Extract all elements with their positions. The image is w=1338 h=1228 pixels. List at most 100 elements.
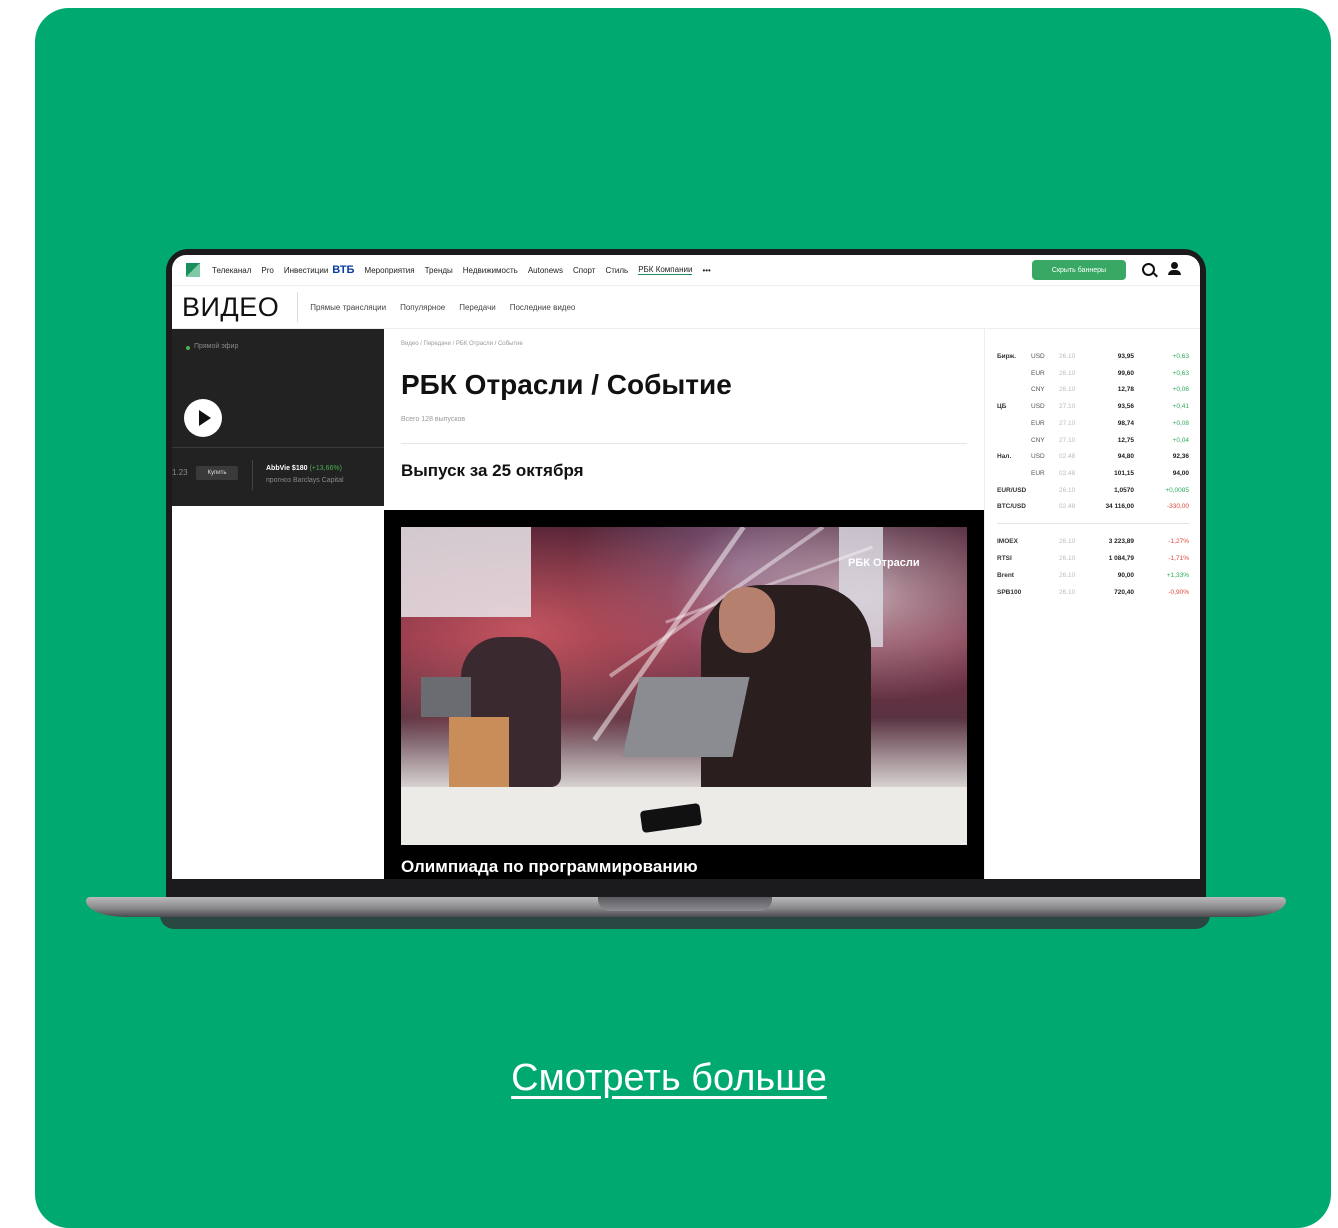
issue-title[interactable]: Выпуск за 25 октября — [401, 461, 584, 481]
index-name: RTSI — [997, 555, 1012, 562]
quote-currency: EUR — [1031, 469, 1045, 477]
index-row[interactable]: SPB100 26.10 720,40 -0,90% — [997, 585, 1189, 601]
quote-group: Нал. — [997, 453, 1012, 461]
divider — [297, 292, 299, 322]
subnav-live[interactable]: Прямые трансляции — [310, 303, 386, 312]
index-name: Brent — [997, 572, 1014, 579]
video-scene-head — [719, 587, 775, 653]
video-scene-board — [401, 527, 531, 617]
cta: Смотреть больше — [0, 1057, 1338, 1100]
subnav-latest[interactable]: Последние видео — [510, 303, 576, 312]
vtb-logo[interactable]: ВТБ — [332, 264, 354, 276]
index-date: 26.10 — [1059, 555, 1076, 562]
video-thumbnail[interactable]: РБК Отрасли — [401, 527, 967, 845]
index-name: IMOEX — [997, 538, 1018, 545]
live-indicator-icon — [186, 346, 190, 350]
breadcrumb[interactable]: Видео / Передачи / РБК Отрасли / Событие — [401, 341, 523, 347]
quote-row[interactable]: EUR 27.10 98,74 +0,08 — [997, 416, 1189, 432]
video-caption[interactable]: Олимпиада по программированию — [401, 857, 698, 877]
quote-date: 26.10 — [1059, 386, 1076, 394]
quote-value: 99,60 — [1117, 369, 1134, 377]
laptop-notch — [598, 897, 772, 911]
subnav-shows[interactable]: Передачи — [459, 303, 496, 312]
index-row[interactable]: RTSI 26.10 1 084,79 -1,71% — [997, 551, 1189, 567]
nav-rbc-companies[interactable]: РБК Компании — [638, 265, 693, 275]
laptop-bezel-bottom — [172, 879, 1200, 897]
quote-row[interactable]: BTC/USD 02.48 34 116,00 -330,00 — [997, 499, 1189, 515]
quote-value: 94,80 — [1117, 453, 1134, 461]
play-icon[interactable] — [184, 399, 222, 437]
quote-date: 02.48 — [1059, 453, 1076, 461]
subnav-popular[interactable]: Популярное — [400, 303, 445, 312]
index-date: 26.10 — [1059, 572, 1076, 579]
quote-row[interactable]: Бирж. USD 26.10 93,95 +0,63 — [997, 349, 1189, 365]
index-row[interactable]: Brent 26.10 90,00 +1,33% — [997, 568, 1189, 584]
quote-row[interactable]: CNY 27.10 12,75 +0,04 — [997, 433, 1189, 449]
nav-investments[interactable]: Инвестиции — [284, 266, 328, 275]
quote-currency: CNY — [1031, 386, 1045, 394]
quote-date: 02.48 — [1059, 503, 1076, 511]
quote-change: +0,06 — [1172, 386, 1189, 394]
nav-realty[interactable]: Недвижимость — [463, 266, 518, 275]
laptop-screen: Телеканал Pro Инвестиции ВТБ Мероприятия… — [172, 255, 1200, 879]
index-date: 26.10 — [1059, 538, 1076, 545]
nav-trends[interactable]: Тренды — [425, 266, 453, 275]
quote-value: 98,74 — [1117, 419, 1134, 427]
quote-row[interactable]: CNY 26.10 12,78 +0,06 — [997, 382, 1189, 398]
nav-tv[interactable]: Телеканал — [212, 266, 251, 275]
divider — [401, 443, 967, 444]
quote-date: 26.10 — [1059, 369, 1076, 377]
live-player-panel: Прямой эфир 1.23 Купить AbbVie $180 (+13… — [172, 329, 384, 506]
promo-subtitle: прогноз Barclays Capital — [266, 477, 344, 484]
quote-date: 02.48 — [1059, 469, 1076, 477]
nav-pro[interactable]: Pro — [261, 266, 273, 275]
user-icon[interactable] — [1168, 262, 1182, 278]
quote-date: 27.10 — [1059, 403, 1076, 411]
nav-autonews[interactable]: Autonews — [528, 266, 563, 275]
quote-change: +0,41 — [1172, 403, 1189, 411]
quote-currency: USD — [1031, 453, 1045, 461]
quote-change: 92,36 — [1172, 453, 1189, 461]
quote-value: 93,56 — [1117, 403, 1134, 411]
video-scene-laptop — [421, 677, 471, 717]
quotes-panel: Бирж. USD 26.10 93,95 +0,63 EUR 26.10 99,60 +0,6… — [984, 329, 1200, 879]
video-player[interactable]: РБК Отрасли Олимпиада по программировани… — [384, 510, 984, 879]
search-icon[interactable] — [1142, 263, 1155, 276]
nav-style[interactable]: Стиль — [605, 266, 628, 275]
laptop-base-shadow — [160, 915, 1210, 929]
buy-button[interactable]: Купить — [196, 466, 238, 480]
nav-sport[interactable]: Спорт — [573, 266, 596, 275]
quote-change: +0,63 — [1172, 369, 1189, 377]
index-date: 26.10 — [1059, 589, 1076, 596]
episodes-count: Всего 128 выпусков — [401, 416, 466, 423]
index-change: +1,33% — [1166, 572, 1189, 579]
section-title[interactable]: ВИДЕО — [182, 292, 279, 323]
quote-row[interactable]: ЦБ USD 27.10 93,56 +0,41 — [997, 399, 1189, 415]
divider — [252, 460, 253, 490]
quote-date: 26.10 — [1059, 353, 1076, 360]
video-watermark: РБК Отрасли — [848, 557, 920, 569]
quote-change: +0,08 — [1172, 419, 1189, 427]
see-more-link[interactable]: Смотреть больше — [511, 1057, 827, 1099]
nav-more-icon[interactable]: ••• — [702, 266, 710, 275]
index-value: 720,40 — [1114, 589, 1134, 596]
quote-change: +0,0085 — [1165, 486, 1189, 494]
nav-events[interactable]: Мероприятия — [364, 266, 414, 275]
quote-date: 26.10 — [1059, 486, 1076, 494]
page-title: РБК Отрасли / Событие — [401, 369, 732, 400]
quote-currency: CNY — [1031, 436, 1045, 444]
quote-row[interactable]: EUR/USD 26.10 1,0570 +0,0085 — [997, 483, 1189, 499]
rbc-logo-icon[interactable] — [186, 263, 200, 277]
quote-value: 101,15 — [1114, 469, 1134, 477]
quote-change: 94,00 — [1172, 469, 1189, 477]
divider — [172, 447, 384, 448]
quote-currency: USD — [1031, 353, 1045, 360]
quote-row[interactable]: Нал. USD 02.48 94,80 92,36 — [997, 449, 1189, 465]
close-banners-button[interactable]: Скрыть баннеры — [1032, 260, 1126, 280]
index-value: 90,00 — [1117, 572, 1134, 579]
index-row[interactable]: IMOEX 26.10 3 223,89 -1,27% — [997, 534, 1189, 550]
quote-date: 27.10 — [1059, 419, 1076, 427]
quote-row[interactable]: EUR 02.48 101,15 94,00 — [997, 466, 1189, 482]
promo-headline[interactable]: AbbVie $180 (+13,66%) — [266, 465, 342, 472]
quote-row[interactable]: EUR 26.10 99,60 +0,63 — [997, 366, 1189, 382]
